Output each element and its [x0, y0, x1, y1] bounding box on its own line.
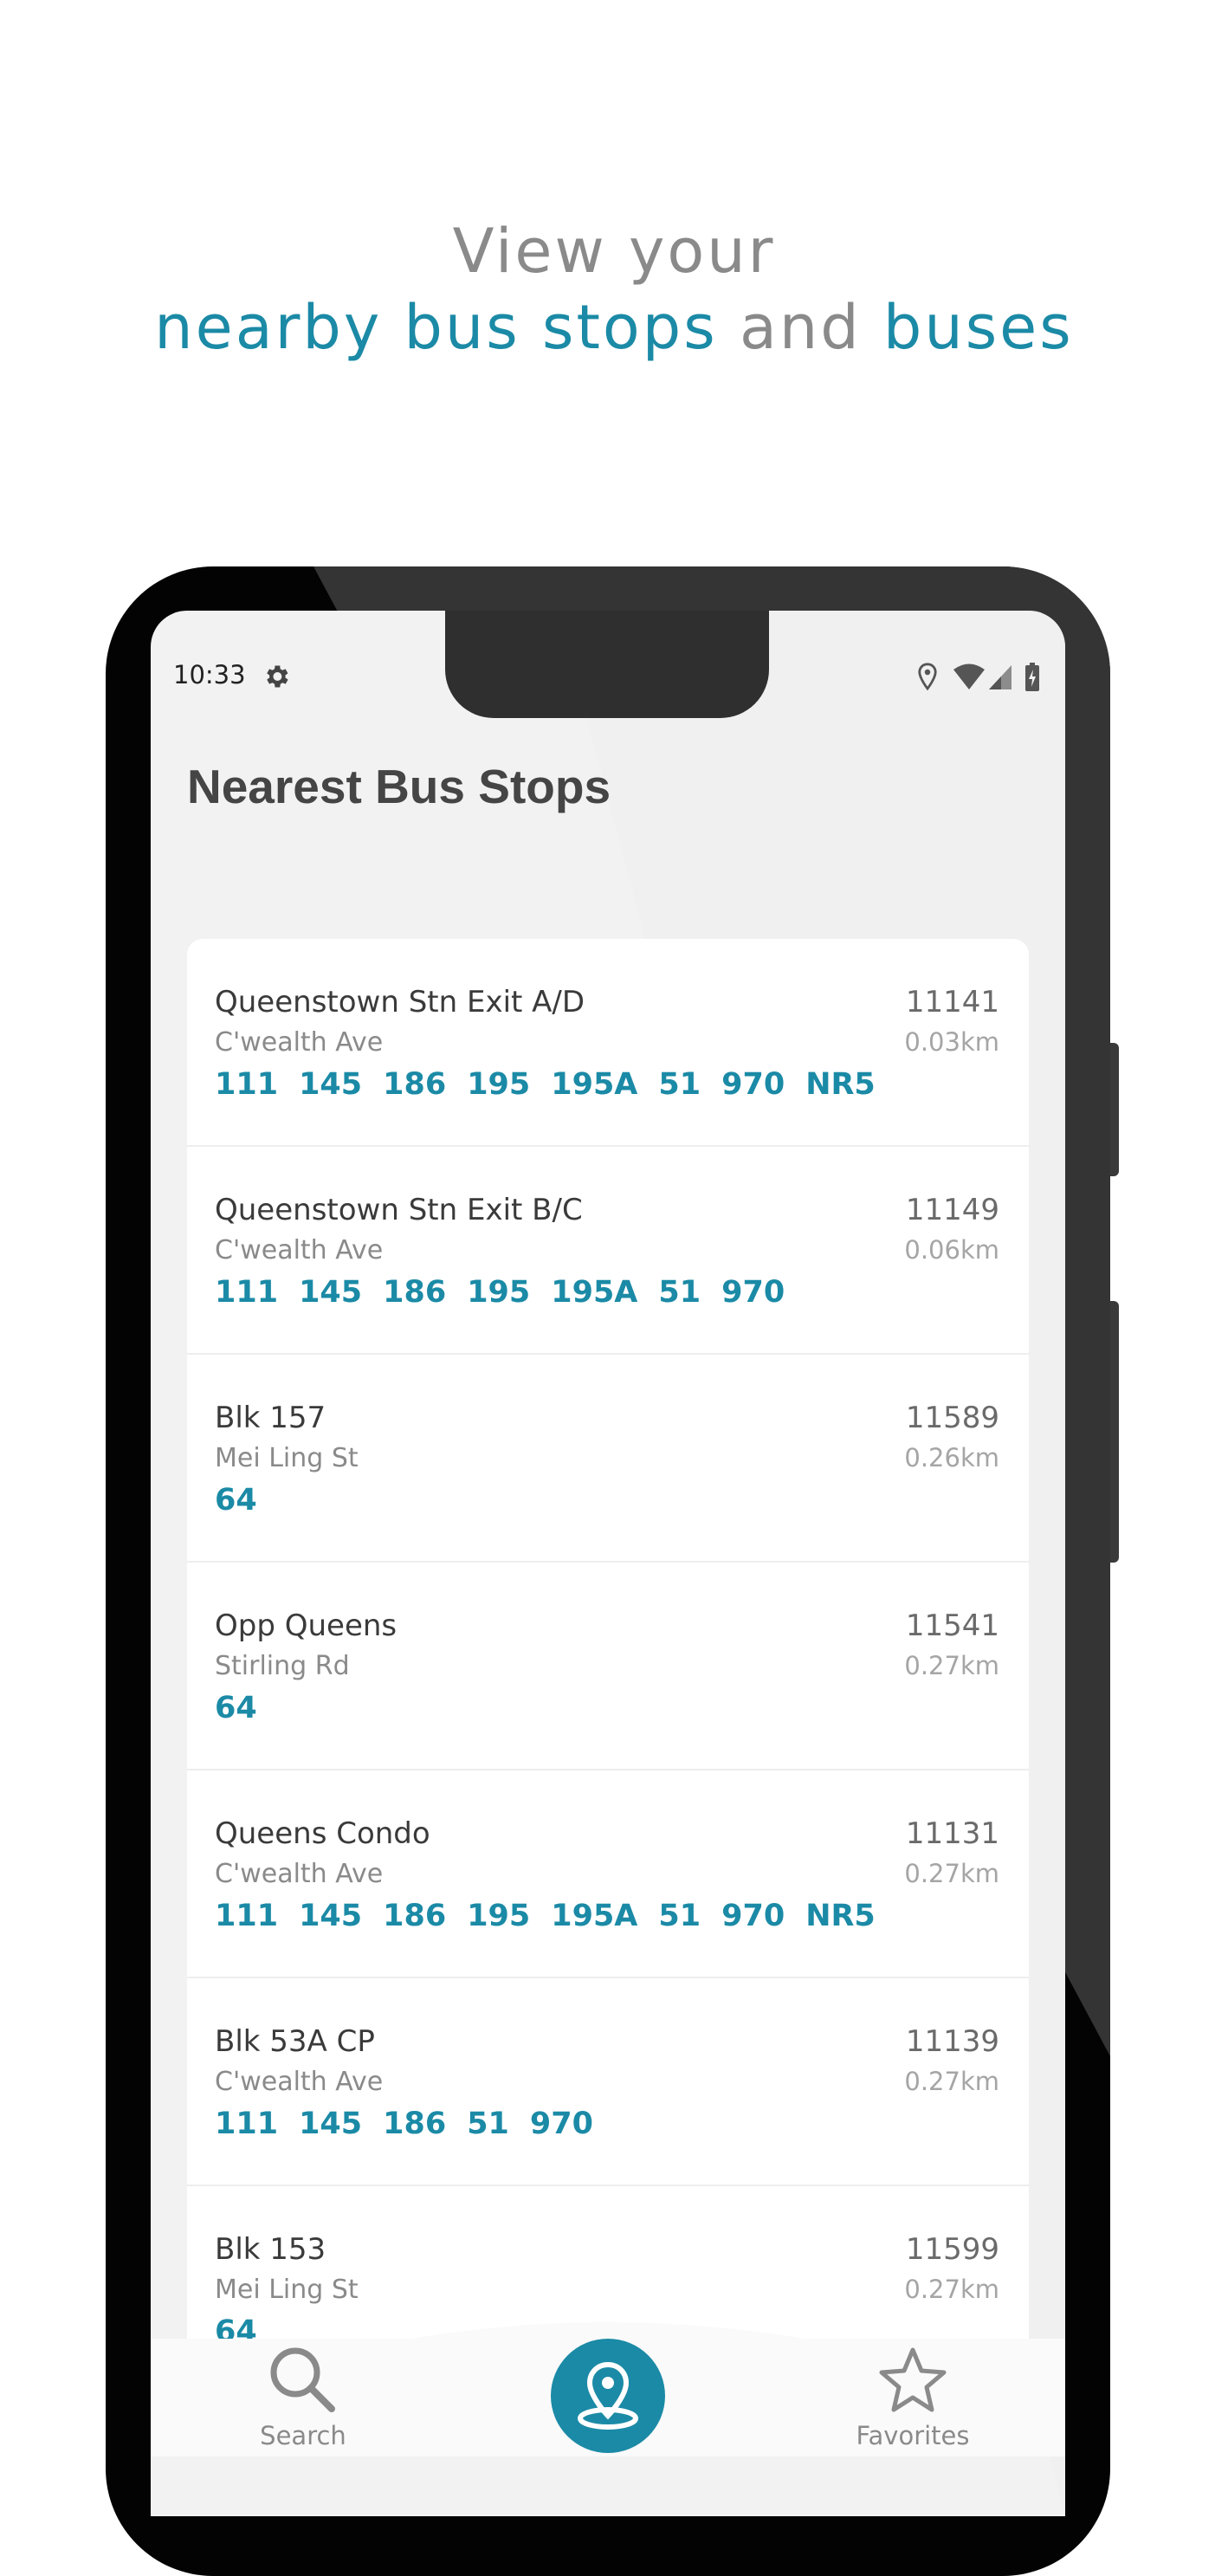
route-number[interactable]: 970 — [721, 1899, 785, 1933]
stop-code: 11541 — [905, 1608, 999, 1643]
nearby-button[interactable] — [551, 2339, 665, 2453]
stop-code: 11131 — [905, 1816, 999, 1851]
stop-road: C'wealth Ave — [215, 1859, 384, 1889]
bus-stop-row[interactable]: Queenstown Stn Exit A/D C'wealth Ave 111… — [187, 939, 1029, 1147]
route-number[interactable]: 51 — [467, 2107, 509, 2141]
stop-distance: 0.27km — [904, 2275, 999, 2304]
route-number[interactable]: NR5 — [805, 1899, 876, 1933]
route-number[interactable]: 195 — [467, 1067, 530, 1102]
route-number[interactable]: 195 — [467, 1899, 530, 1933]
route-list: 111 145 186 195 195A 51 970 NR5 — [215, 1899, 896, 1933]
stop-road: C'wealth Ave — [215, 2067, 384, 2097]
stop-name: Blk 153 — [215, 2232, 326, 2267]
signal-icon — [989, 665, 1011, 689]
route-number[interactable]: 111 — [215, 1067, 278, 1102]
bus-stop-row[interactable]: Queens Condo C'wealth Ave 11131 0.27km 1… — [187, 1770, 1029, 1978]
route-list: 111 145 186 195 195A 51 970 NR5 — [215, 1067, 896, 1102]
route-number[interactable]: 186 — [383, 1067, 446, 1102]
route-number[interactable]: NR5 — [805, 1067, 876, 1102]
stop-code: 11141 — [905, 985, 999, 1019]
bus-stop-row[interactable]: Queenstown Stn Exit B/C C'wealth Ave 111… — [187, 1147, 1029, 1355]
stop-name: Queenstown Stn Exit B/C — [215, 1193, 583, 1227]
stop-road: Mei Ling St — [215, 1443, 359, 1473]
volume-button — [1110, 1043, 1119, 1176]
stop-road: Mei Ling St — [215, 2275, 359, 2305]
route-number[interactable]: 186 — [383, 2107, 446, 2141]
route-number[interactable]: 51 — [658, 1067, 701, 1102]
stop-distance: 0.03km — [904, 1027, 999, 1057]
headline-line-1: View your — [452, 216, 776, 287]
route-list: 64 — [215, 1691, 278, 1725]
route-list: 64 — [215, 1483, 278, 1518]
route-number[interactable]: 195A — [551, 1067, 637, 1102]
route-number[interactable]: 195A — [551, 1899, 637, 1933]
route-list: 111 145 186 195 195A 51 970 — [215, 1275, 805, 1310]
route-number[interactable]: 145 — [299, 1067, 362, 1102]
stop-distance: 0.27km — [904, 1859, 999, 1888]
bus-stop-list: Queenstown Stn Exit A/D C'wealth Ave 111… — [187, 939, 1029, 2339]
stop-code: 11149 — [905, 1193, 999, 1227]
route-number[interactable]: 145 — [299, 1275, 362, 1310]
power-button — [1110, 1301, 1119, 1563]
stop-name: Queens Condo — [215, 1816, 430, 1851]
stop-distance: 0.27km — [904, 2067, 999, 2096]
search-icon — [270, 2347, 335, 2412]
route-number[interactable]: 970 — [721, 1275, 785, 1310]
route-number[interactable]: 195A — [551, 1275, 637, 1310]
stop-name: Opp Queens — [215, 1608, 397, 1643]
bus-stop-row[interactable]: Blk 153 Mei Ling St 11599 0.27km 64 — [187, 2186, 1029, 2339]
route-number[interactable]: 970 — [530, 2107, 593, 2141]
route-number[interactable]: 111 — [215, 1275, 278, 1310]
stop-road: Stirling Rd — [215, 1651, 350, 1681]
headline-nearby: nearby bus stops — [154, 292, 718, 363]
stop-code: 11139 — [905, 2024, 999, 2059]
camera-notch — [445, 611, 769, 718]
route-number[interactable]: 186 — [383, 1899, 446, 1933]
route-number[interactable]: 111 — [215, 1899, 278, 1933]
route-number[interactable]: 64 — [215, 1691, 257, 1725]
headline-buses: buses — [882, 292, 1074, 363]
location-icon — [918, 663, 937, 691]
page-title: Nearest Bus Stops — [187, 760, 611, 813]
route-number[interactable]: 145 — [299, 1899, 362, 1933]
bus-stop-row[interactable]: Opp Queens Stirling Rd 11541 0.27km 64 — [187, 1563, 1029, 1770]
stop-road: C'wealth Ave — [215, 1235, 384, 1265]
stop-name: Blk 157 — [215, 1401, 326, 1435]
route-number[interactable]: 111 — [215, 2107, 278, 2141]
nav-favorites-label: Favorites — [856, 2421, 970, 2450]
stop-road: C'wealth Ave — [215, 1027, 384, 1058]
map-pin-icon — [578, 2361, 638, 2430]
nav-search[interactable]: Search — [251, 2343, 355, 2450]
nav-favorites[interactable]: Favorites — [852, 2343, 973, 2450]
route-number[interactable]: 51 — [658, 1899, 701, 1933]
route-number[interactable]: 64 — [215, 1483, 257, 1518]
bus-stop-row[interactable]: Blk 53A CP C'wealth Ave 11139 0.27km 111… — [187, 1978, 1029, 2186]
stop-code: 11589 — [905, 1401, 999, 1435]
route-number[interactable]: 145 — [299, 2107, 362, 2141]
stop-distance: 0.26km — [904, 1443, 999, 1472]
status-time: 10:33 — [173, 660, 246, 689]
headline-and: and — [739, 292, 862, 363]
bus-stop-row[interactable]: Blk 157 Mei Ling St 11589 0.26km 64 — [187, 1355, 1029, 1563]
route-number[interactable]: 195 — [467, 1275, 530, 1310]
stop-distance: 0.06km — [904, 1235, 999, 1265]
route-number[interactable]: 51 — [658, 1275, 701, 1310]
stop-distance: 0.27km — [904, 1651, 999, 1680]
stop-name: Queenstown Stn Exit A/D — [215, 985, 585, 1019]
star-icon — [879, 2347, 947, 2412]
gear-icon — [267, 665, 288, 688]
stop-code: 11599 — [905, 2232, 999, 2267]
route-number[interactable]: 970 — [721, 1067, 785, 1102]
wifi-icon — [953, 663, 985, 689]
battery-icon — [1025, 663, 1039, 691]
stop-name: Blk 53A CP — [215, 2024, 375, 2059]
route-number[interactable]: 186 — [383, 1275, 446, 1310]
headline-line-2: nearby bus stops and buses — [0, 290, 1228, 365]
route-list: 111 145 186 51 970 — [215, 2107, 614, 2141]
nav-search-label: Search — [260, 2421, 346, 2450]
